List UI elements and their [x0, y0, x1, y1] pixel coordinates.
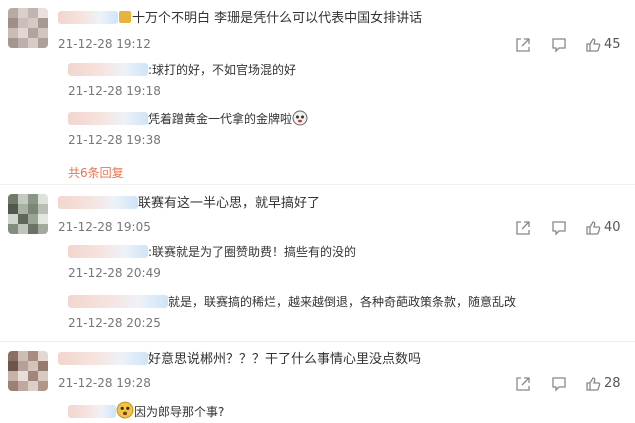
comment-text-line: 联赛有这一半心思，就早搞好了 — [58, 195, 320, 213]
comment-item: 联赛有这一半心思，就早搞好了 21-12-28 19:05 40 :联赛就是为了… — [0, 186, 635, 346]
divider — [0, 184, 635, 185]
comment-text-line: 十万个不明白 李珊是凭什么可以代表中国女排讲话 — [58, 10, 422, 28]
reply-text: :球打的好，不如官场混的好 — [148, 63, 297, 77]
reply-text: 凭着蹭黄金一代拿的金牌啦 — [148, 112, 293, 126]
comment-actions: 45 — [505, 36, 635, 56]
username[interactable] — [68, 245, 148, 258]
reply-list: 因为郎导那个事? — [58, 399, 618, 423]
avatar[interactable] — [8, 194, 48, 234]
reply-time: 21-12-28 19:38 — [68, 133, 161, 147]
username[interactable] — [68, 112, 148, 125]
like-count: 45 — [604, 37, 621, 52]
comment-text: 好意思说郴州？？？干了什么事情心里没点数吗 — [148, 352, 422, 367]
reply-time: 21-12-28 20:25 — [68, 316, 161, 330]
comment-text: 十万个不明白 李珊是凭什么可以代表中国女排讲话 — [132, 11, 423, 26]
reply-time: 21-12-28 20:49 — [68, 266, 161, 280]
reply-item: :球打的好，不如官场混的好 21-12-28 19:18 — [68, 62, 296, 98]
reply-text: :联赛就是为了圈赞助费！搞些有的没的 — [148, 245, 357, 259]
comment-icon[interactable] — [551, 376, 567, 392]
share-icon[interactable] — [515, 220, 531, 236]
username[interactable] — [58, 352, 148, 365]
comment-time: 21-12-28 19:28 — [58, 376, 151, 390]
comment-actions: 28 — [505, 375, 635, 395]
thumb-up-icon[interactable] — [585, 220, 601, 236]
comment-actions: 40 — [505, 219, 635, 239]
username[interactable] — [68, 63, 148, 76]
thumb-up-icon[interactable] — [585, 376, 601, 392]
comment-item: 好意思说郴州？？？干了什么事情心里没点数吗 21-12-28 19:28 28 … — [0, 343, 635, 423]
reply-item: 就是，联赛搞的稀烂，越来越倒退，各种奇葩政策条款，随意乱改 21-12-28 2… — [68, 294, 516, 330]
emoji-icon — [116, 401, 134, 419]
username[interactable] — [58, 11, 118, 24]
reply-time: 21-12-28 19:18 — [68, 84, 161, 98]
emoji-icon — [292, 110, 308, 126]
comment-time: 21-12-28 19:05 — [58, 220, 151, 234]
divider — [0, 341, 635, 342]
avatar[interactable] — [8, 8, 48, 48]
thumb-up-icon[interactable] — [585, 37, 601, 53]
comment-text: 联赛有这一半心思，就早搞好了 — [138, 196, 321, 211]
comment-item: 十万个不明白 李珊是凭什么可以代表中国女排讲话 21-12-28 19:12 4… — [0, 0, 635, 182]
reply-item: 凭着蹭黄金一代拿的金牌啦 21-12-28 19:38 — [68, 110, 308, 147]
reply-item: 因为郎导那个事? — [68, 401, 224, 420]
username[interactable] — [68, 295, 168, 308]
avatar[interactable] — [8, 351, 48, 391]
share-icon[interactable] — [515, 37, 531, 53]
reply-item: :联赛就是为了圈赞助费！搞些有的没的 21-12-28 20:49 — [68, 244, 356, 280]
comment-icon[interactable] — [551, 220, 567, 236]
vip-badge-icon — [119, 11, 131, 23]
comment-icon[interactable] — [551, 37, 567, 53]
more-replies-link[interactable]: 共6条回复 — [68, 164, 124, 181]
like-count: 28 — [604, 376, 621, 391]
username[interactable] — [68, 405, 116, 418]
username[interactable] — [58, 196, 138, 209]
reply-list: :联赛就是为了圈赞助费！搞些有的没的 21-12-28 20:49 就是，联赛搞… — [58, 240, 618, 342]
like-count: 40 — [604, 220, 621, 235]
reply-list: :球打的好，不如官场混的好 21-12-28 19:18 凭着蹭黄金一代拿的金牌… — [58, 58, 618, 180]
comment-time: 21-12-28 19:12 — [58, 37, 151, 51]
reply-text: 因为郎导那个事? — [134, 405, 225, 419]
reply-text: 就是，联赛搞的稀烂，越来越倒退，各种奇葩政策条款，随意乱改 — [168, 295, 517, 309]
comment-text-line: 好意思说郴州？？？干了什么事情心里没点数吗 — [58, 351, 421, 369]
share-icon[interactable] — [515, 376, 531, 392]
